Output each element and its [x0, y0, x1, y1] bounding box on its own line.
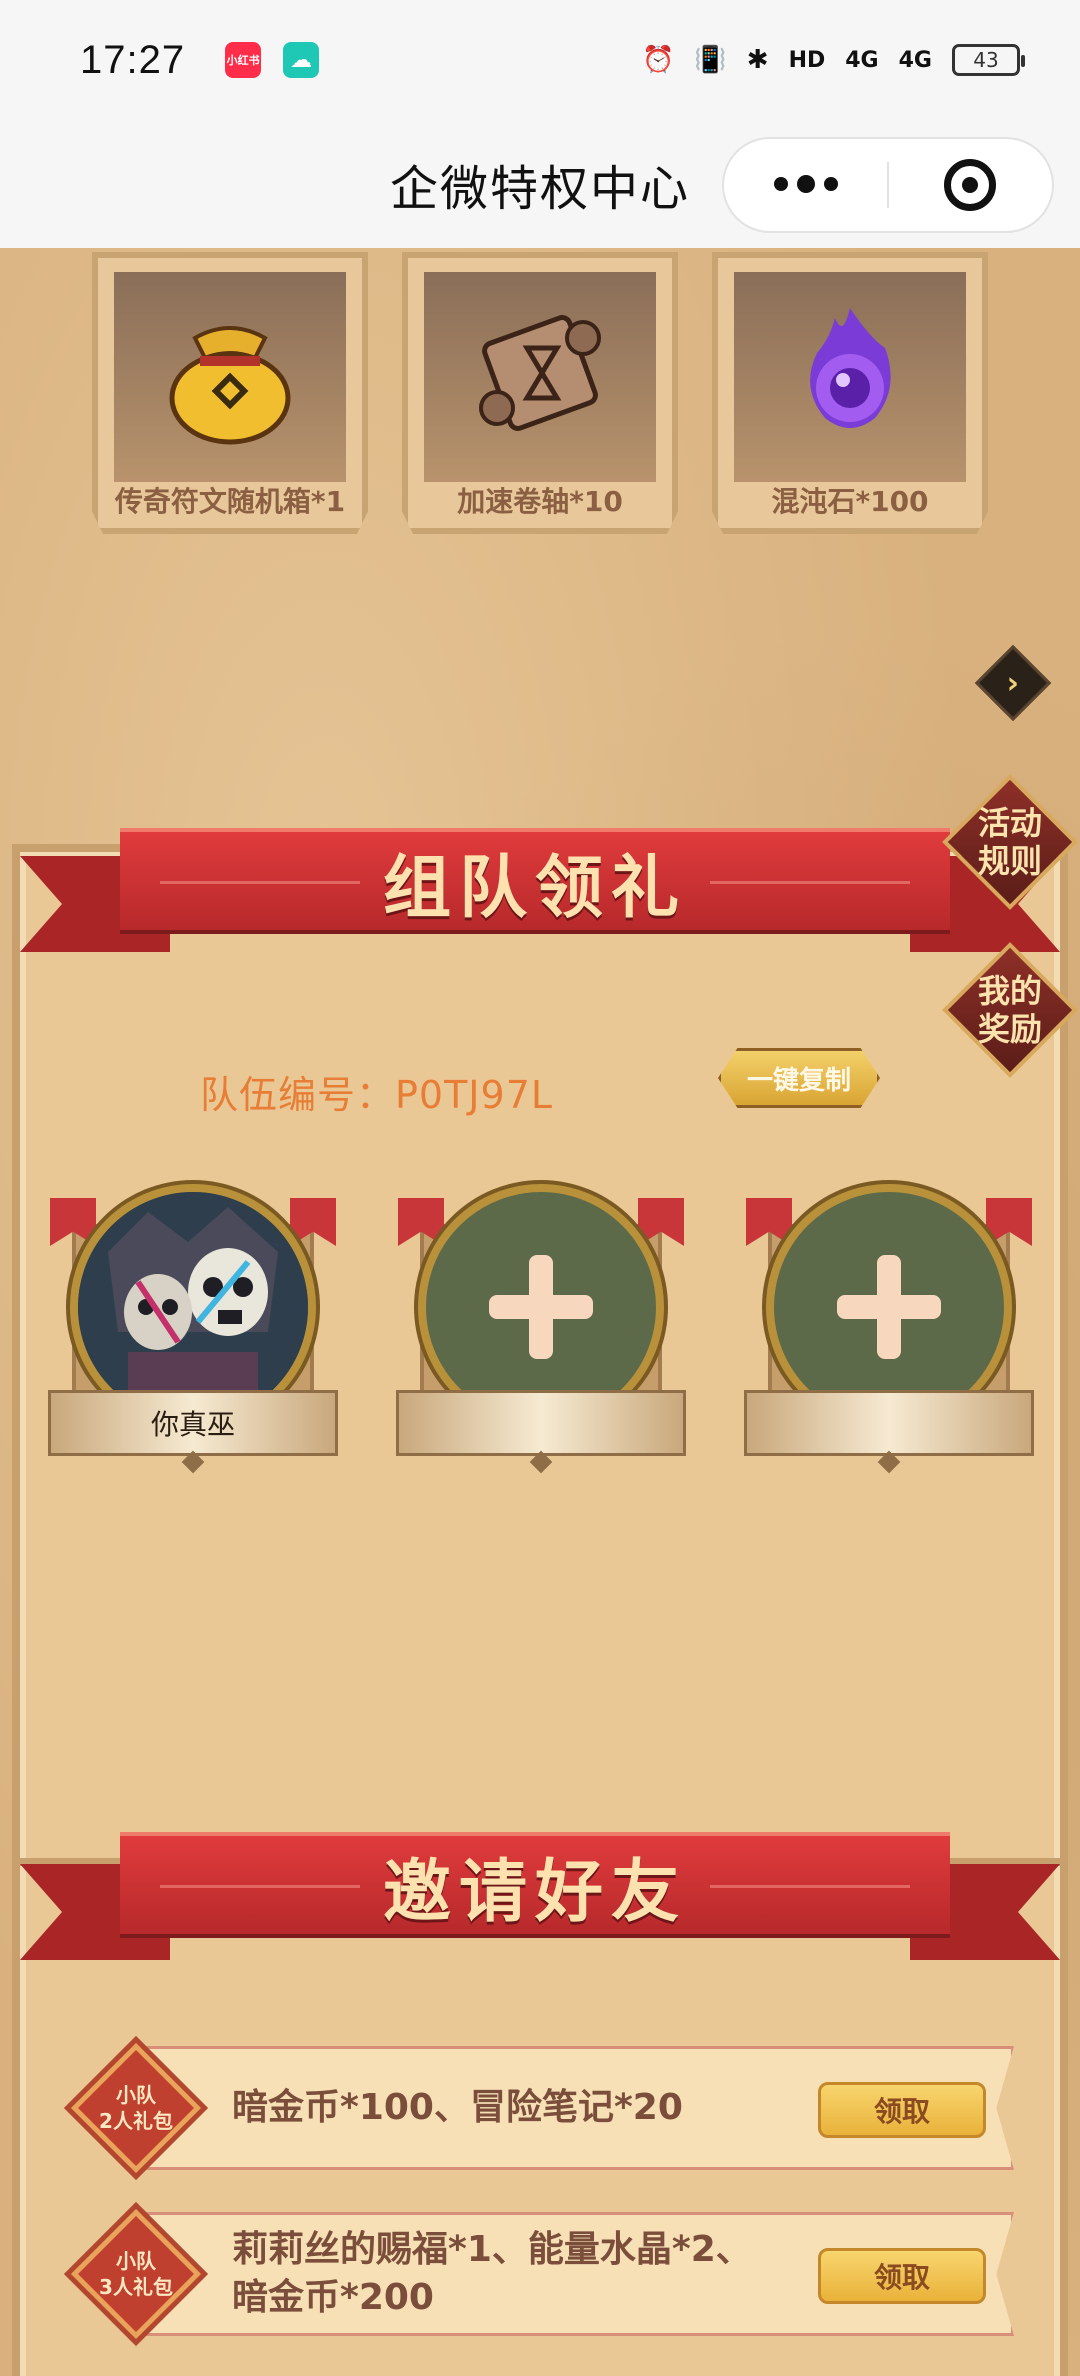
nav-bar: 企微特权中心: [0, 120, 1080, 248]
invite-banner: 邀请好友: [120, 1832, 950, 1938]
status-indicators: ⏰ 📳 ✱ HD 4G 4G 43: [642, 44, 1025, 76]
hd-badge: HD: [788, 47, 826, 73]
claim-button[interactable]: 领取: [818, 2082, 986, 2138]
badge-line-2: 2人礼包: [99, 2109, 173, 2133]
battery-level: 43: [973, 48, 999, 72]
gift-row-3-person: 小队 3人礼包 莉莉丝的赐福*1、能量水晶*2、暗金币*200 领取: [70, 2208, 1014, 2340]
my-rewards-button[interactable]: 我的奖励: [942, 942, 1078, 1078]
close-miniprogram-button[interactable]: [889, 159, 1052, 211]
claim-button[interactable]: 领取: [818, 2248, 986, 2304]
invite-banner-title: 邀请好友: [382, 1852, 687, 1932]
reward-label: 加速卷轴*10: [457, 485, 623, 518]
member-name: 你真巫: [48, 1390, 338, 1456]
team-member-slot-3: [744, 1184, 1034, 1474]
reward-label: 传奇符文随机箱*1: [114, 485, 346, 518]
badge-line-1: 小队: [115, 2249, 156, 2273]
team-banner: 组队领礼: [120, 828, 950, 934]
skull-warrior-avatar-icon: [78, 1192, 308, 1422]
more-options-button[interactable]: [724, 175, 887, 193]
battery-icon: 43: [952, 44, 1025, 76]
member-name: [744, 1390, 1034, 1456]
my-rewards-label: 我的奖励: [977, 972, 1042, 1048]
target-close-icon: [944, 159, 997, 211]
member-name: [396, 1390, 686, 1456]
badge-line-2: 3人礼包: [99, 2275, 173, 2299]
gift-description: 暗金币*100、冒险笔记*20: [232, 2087, 683, 2128]
team-member-slot-2: [396, 1184, 686, 1474]
gold-pouch-icon: [155, 298, 305, 452]
more-dot-icon: [823, 177, 838, 191]
badge-line-1: 小队: [115, 2083, 156, 2107]
team-number: 队伍编号：P0TJ97L: [200, 1073, 554, 1117]
team-banner-title: 组队领礼: [382, 848, 687, 928]
more-dot-icon: [773, 177, 788, 191]
bluetooth-icon: ✱: [746, 45, 769, 75]
activity-rules-button[interactable]: 活动规则: [942, 774, 1078, 910]
reward-card-speed-scroll: 加速卷轴*10: [402, 252, 678, 534]
plus-icon: [837, 1255, 941, 1359]
plus-icon: [489, 1255, 593, 1359]
gift-description: 莉莉丝的赐福*1、能量水晶*2、暗金币*200: [232, 2229, 752, 2318]
reward-card-rune-box: 传奇符文随机箱*1: [92, 252, 368, 534]
team-gift-badge: 小队 3人礼包: [70, 2208, 202, 2340]
team-gift-badge: 小队 2人礼包: [70, 2042, 202, 2174]
signal-4g-icon: 4G: [845, 47, 879, 73]
alarm-icon: ⏰: [642, 45, 675, 75]
xiaohongshu-app-icon: 小红书: [225, 42, 262, 78]
more-dot-icon: [796, 175, 815, 193]
main-content: 传奇符文随机箱*1 加速卷轴*10 混沌石*100 › 组队领礼 活动规则 我的…: [0, 248, 1080, 2376]
activity-rules-label: 活动规则: [977, 804, 1042, 880]
vibrate-icon: 📳: [694, 45, 727, 75]
cloud-app-icon: ☁: [283, 42, 320, 78]
status-bar: 17:27 小红书 ☁ ⏰ 📳 ✱ HD 4G 4G 43: [0, 0, 1080, 120]
copy-team-number-button[interactable]: 一键复制: [718, 1048, 880, 1108]
next-arrow-button[interactable]: ›: [974, 644, 1052, 722]
gift-row-2-person: 小队 2人礼包 暗金币*100、冒险笔记*20 领取: [70, 2042, 1014, 2174]
purple-orb-icon: [775, 298, 925, 452]
page-title: 企微特权中心: [389, 161, 690, 217]
status-time: 17:27: [80, 37, 186, 82]
reward-card-chaos-stone: 混沌石*100: [712, 252, 988, 534]
signal-4g-icon-2: 4G: [898, 47, 932, 73]
chevron-right-icon: ›: [1006, 665, 1020, 701]
scroll-hourglass-icon: [465, 298, 615, 452]
miniprogram-capsule: [722, 137, 1054, 233]
team-member-slot-1: 你真巫: [48, 1184, 338, 1474]
reward-label: 混沌石*100: [771, 485, 929, 518]
